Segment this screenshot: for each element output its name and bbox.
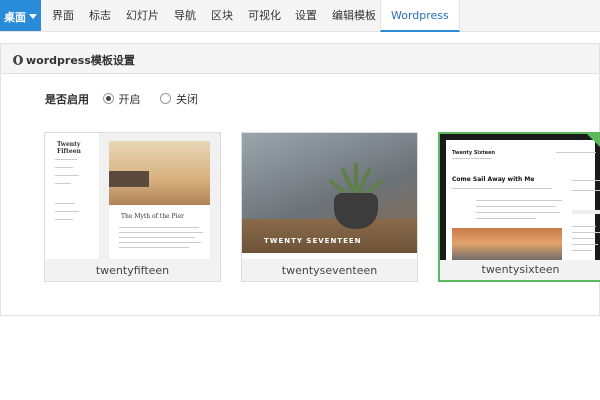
enable-off-option[interactable]: 关闭 [160, 93, 198, 106]
preview-heading: Come Sail Away with Me [452, 176, 535, 183]
theme-preview-twentysixteen: Twenty Sixteen Come Sail Away with Me [440, 134, 600, 260]
nav-item-visual[interactable]: 可视化 [248, 0, 281, 31]
nav-item-edit-template[interactable]: 编辑模板 [332, 0, 376, 31]
nav-item-navigation[interactable]: 导航 [174, 0, 196, 31]
theme-name: twentyseventeen [281, 264, 378, 277]
preview-heading: The Myth of the Pier [121, 213, 184, 220]
nav-item-interface[interactable]: 界面 [52, 0, 74, 31]
enable-on-label: 开启 [118, 93, 141, 106]
panel-header: wordpress模板设置 [1, 44, 599, 74]
enable-label: 是否启用 [45, 93, 89, 106]
preview-heading: TWENTY SEVENTEEN [264, 237, 362, 245]
caret-down-icon [29, 14, 37, 19]
preview-sidebar: Twenty Fifteen [45, 133, 99, 259]
nav-item-slideshow[interactable]: 幻灯片 [126, 0, 159, 31]
panel-title: wordpress模板设置 [26, 54, 135, 67]
nav-item-blocks[interactable]: 区块 [211, 0, 233, 31]
enable-on-option[interactable]: 开启 [102, 93, 141, 106]
nav-item-wordpress[interactable]: Wordpress [380, 0, 460, 32]
theme-card-twentyfifteen[interactable]: Twenty Fifteen The Myth of the Pier twen… [44, 132, 221, 282]
radio-on[interactable] [102, 93, 114, 104]
selected-corner-icon [585, 132, 600, 150]
preview-site-title: Twenty Sixteen [452, 150, 496, 156]
sunset-photo [452, 228, 562, 260]
wordpress-settings-panel: wordpress模板设置 是否启用 开启 关闭 Twenty Fifteen [0, 43, 600, 316]
theme-preview-twentyseventeen: TWENTY SEVENTEEN [242, 133, 417, 259]
desktop-menu-button[interactable]: 桌面 [0, 0, 41, 31]
top-nav: 桌面 界面 标志 幻灯片 导航 区块 可视化 设置 编辑模板 Wordpress [0, 0, 600, 32]
preview-site-title: Twenty Fifteen [57, 141, 81, 155]
enable-row: 是否启用 开启 关闭 [45, 91, 214, 107]
theme-card-twentyseventeen[interactable]: TWENTY SEVENTEEN twentyseventeen [241, 132, 418, 282]
desktop-label: 桌面 [4, 11, 26, 24]
radio-off[interactable] [160, 93, 171, 104]
theme-card-twentysixteen[interactable]: Twenty Sixteen Come Sail Away with Me tw… [438, 132, 600, 282]
globe-icon [13, 55, 23, 65]
preview-main: The Myth of the Pier [99, 133, 220, 259]
theme-name: twentyfifteen [95, 264, 170, 277]
plant-pot [334, 193, 378, 229]
nav-item-logo[interactable]: 标志 [89, 0, 111, 31]
enable-off-label: 关闭 [176, 93, 198, 106]
nav-item-settings[interactable]: 设置 [295, 0, 317, 31]
theme-preview-twentyfifteen: Twenty Fifteen The Myth of the Pier [45, 133, 220, 259]
theme-name: twentysixteen [481, 263, 560, 276]
